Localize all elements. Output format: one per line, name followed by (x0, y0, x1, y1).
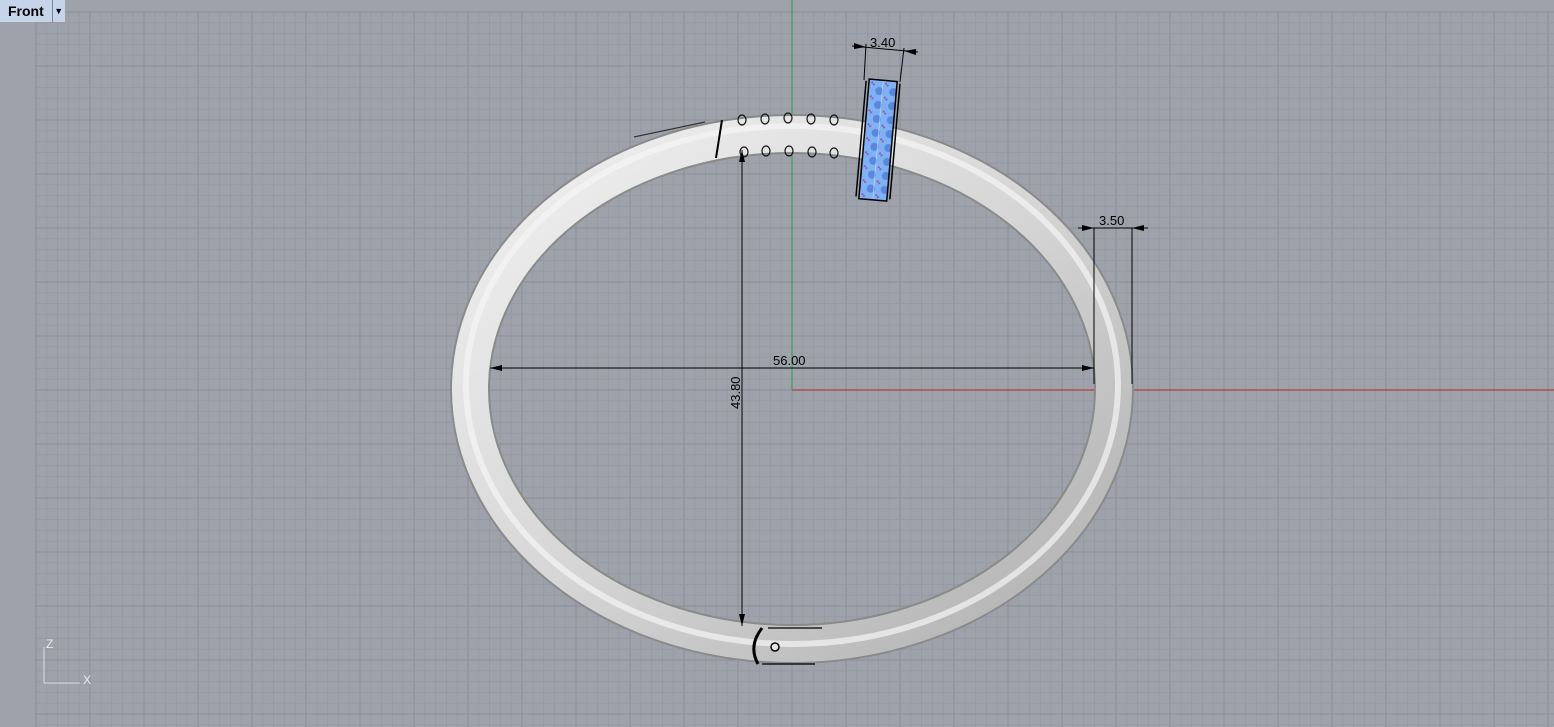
dimension-width-label: 56.00 (773, 353, 806, 368)
axis-gizmo-z-label: Z (46, 637, 53, 651)
viewport-canvas[interactable]: 56.00 43.80 3.50 3.40 Z X (0, 0, 1554, 727)
dimension-height[interactable]: 43.80 (728, 150, 745, 626)
front-viewport[interactable]: 56.00 43.80 3.50 3.40 Z X Front ▼ (0, 0, 1554, 727)
dimension-tube-label: 3.50 (1099, 213, 1124, 228)
dimension-band-label: 3.40 (870, 35, 895, 50)
axis-gizmo-x-label: X (83, 673, 91, 687)
viewport-title-tab[interactable]: Front ▼ (0, 0, 65, 22)
dimension-band[interactable]: 3.40 (851, 35, 919, 83)
axis-gizmo: Z X (43, 637, 91, 687)
dimension-height-label: 43.80 (728, 376, 743, 409)
dropdown-arrow-icon[interactable]: ▼ (52, 0, 65, 22)
viewport-title[interactable]: Front (0, 0, 53, 22)
